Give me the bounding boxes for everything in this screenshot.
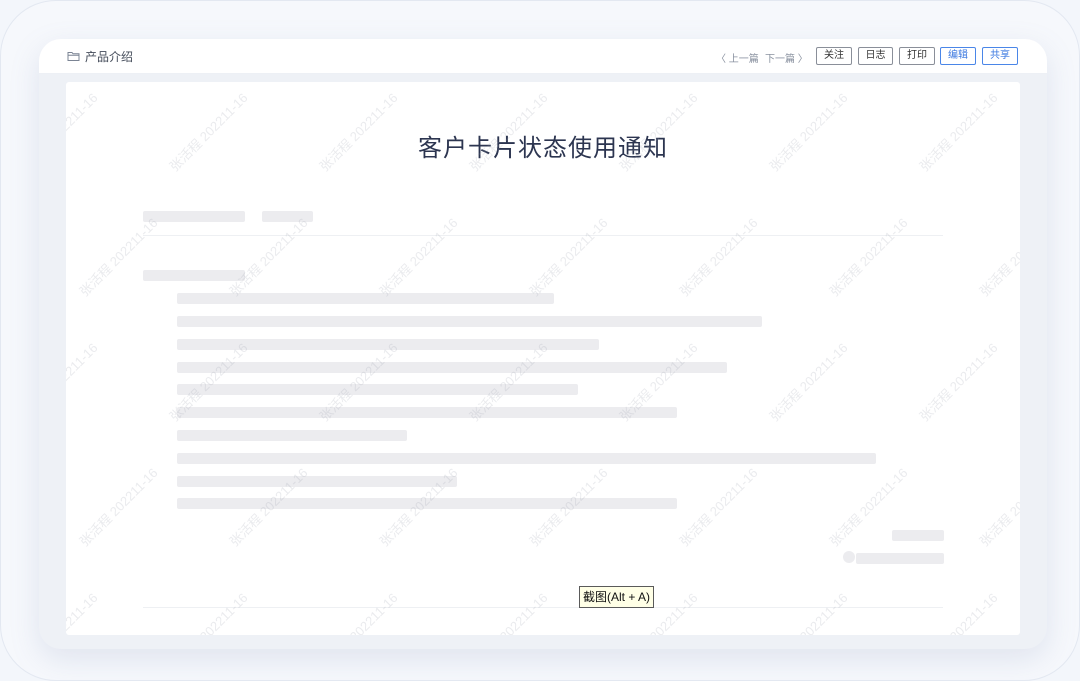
next-article-link[interactable]: 下一篇 〉 (765, 50, 808, 65)
text-line-placeholder (177, 453, 876, 464)
watermark-text: 张活程 202211-16 (166, 590, 251, 635)
watermark-text: 张活程 202211-16 (226, 215, 311, 300)
meta-placeholder (143, 211, 245, 222)
folder-icon (67, 52, 80, 61)
text-line-placeholder (177, 384, 578, 395)
text-line-placeholder (177, 498, 677, 509)
watermark-text: 张活程 202211-16 (526, 215, 611, 300)
watermark-text: 张活程 202211-16 (766, 590, 851, 635)
meta-placeholder (262, 211, 313, 222)
watermark-text: 张活程 202211-16 (826, 215, 911, 300)
watermark-text: 张活程 202211-16 (916, 340, 1001, 425)
text-line-placeholder (177, 339, 599, 350)
print-button[interactable]: 打印 (899, 47, 935, 65)
watermark-text: 张活程 202211-16 (976, 215, 1020, 300)
follow-button[interactable]: 关注 (816, 47, 852, 65)
divider (143, 235, 943, 236)
watermark-text: 张活程 202211-16 (376, 215, 461, 300)
signature-dot (843, 551, 855, 563)
app-window: 产品介绍 〈 上一篇 下一篇 〉 关注 日志 打印 编辑 共享 客户卡片状态使用… (39, 39, 1047, 649)
edit-button[interactable]: 编辑 (940, 47, 976, 65)
section-heading-placeholder (143, 270, 245, 281)
log-button[interactable]: 日志 (858, 47, 893, 65)
text-line-placeholder (177, 476, 457, 487)
previous-article-link[interactable]: 〈 上一篇 (716, 50, 759, 65)
text-line-placeholder (177, 430, 407, 441)
watermark-text: 张活程 202211-16 (466, 590, 551, 635)
screenshot-shortcut-tooltip: 截图(Alt + A) (579, 586, 655, 608)
document-title: 客户卡片状态使用通知 (418, 135, 668, 162)
text-line-placeholder (177, 293, 554, 304)
date-placeholder (856, 553, 944, 564)
watermark-text: 张活程 202211-16 (76, 465, 161, 550)
text-line-placeholder (177, 362, 727, 373)
watermark-text: 张活程 202211-16 (766, 340, 851, 425)
text-line-placeholder (177, 316, 762, 327)
watermark-text: 张活程 202211-16 (316, 590, 401, 635)
watermark-text: 张活程 202211-16 (676, 465, 761, 550)
divider (143, 607, 943, 608)
watermark-text: 张活程 202211-16 (916, 590, 1001, 635)
screenshot-frame: 产品介绍 〈 上一篇 下一篇 〉 关注 日志 打印 编辑 共享 客户卡片状态使用… (0, 0, 1080, 681)
watermark-text: 张活程 202211-16 (676, 215, 761, 300)
signature-placeholder (892, 530, 944, 541)
document-page: 客户卡片状态使用通知 张活程 202211-16张活程 (66, 82, 1020, 635)
watermark-text: 张活程 202211-16 (66, 590, 101, 635)
share-button[interactable]: 共享 (982, 47, 1018, 65)
breadcrumb[interactable]: 产品介绍 (85, 48, 133, 65)
watermark-text: 张活程 202211-16 (976, 465, 1020, 550)
watermark-text: 张活程 202211-16 (66, 340, 101, 424)
text-line-placeholder (177, 407, 677, 418)
watermark-text: 张活程 202211-16 (76, 215, 161, 300)
toolbar: 产品介绍 〈 上一篇 下一篇 〉 关注 日志 打印 编辑 共享 (39, 39, 1047, 74)
